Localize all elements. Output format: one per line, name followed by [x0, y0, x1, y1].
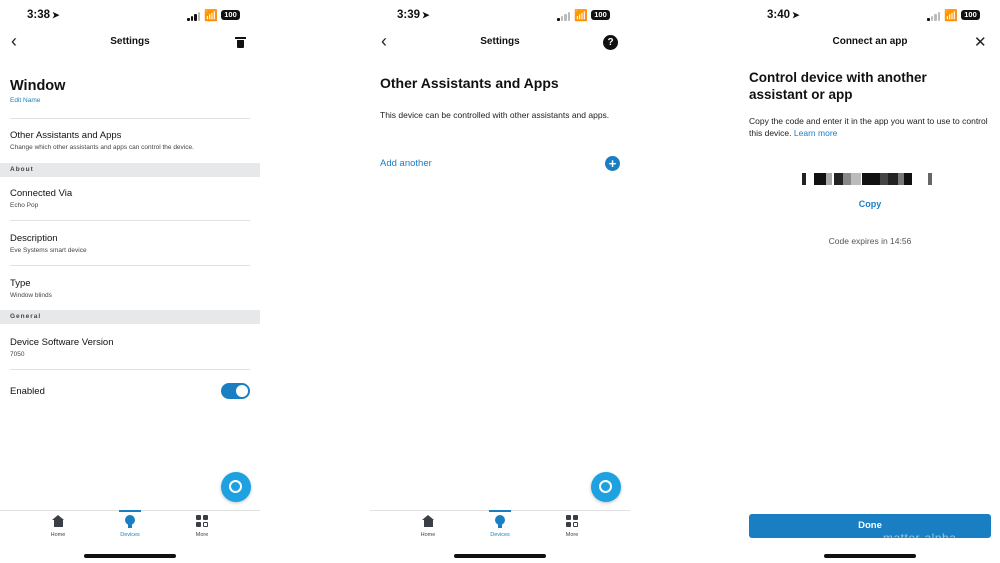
home-indicator — [84, 554, 176, 558]
divider — [10, 265, 250, 266]
row-title: Other Assistants and Apps — [10, 130, 122, 141]
description-row: Description Eve Systems smart device — [10, 233, 250, 254]
tab-more[interactable]: More — [177, 515, 227, 538]
pairing-code-redacted — [802, 173, 939, 185]
status-bar: 3:40 ➤ 📶 100 — [740, 0, 1000, 30]
tab-devices[interactable]: Devices — [475, 510, 525, 538]
trash-icon[interactable] — [235, 37, 246, 48]
enabled-label: Enabled — [10, 386, 45, 397]
more-icon — [565, 515, 579, 528]
enabled-row: Enabled — [10, 386, 250, 397]
devices-icon — [125, 515, 135, 528]
nav-bar: Connect an app ✕ — [740, 30, 1000, 56]
code-expires-text: Code expires in 14:56 — [828, 236, 912, 246]
signal-icon — [187, 12, 201, 21]
divider — [10, 220, 250, 221]
row-title: Connected Via — [10, 188, 73, 199]
page-heading: Control device with another assistant or… — [749, 70, 927, 102]
divider — [10, 118, 250, 119]
wifi-icon: 📶 — [204, 10, 218, 22]
location-icon: ➤ — [52, 10, 60, 20]
type-row: Type Window blinds — [10, 278, 250, 299]
signal-icon — [927, 12, 941, 21]
home-icon — [422, 515, 434, 527]
more-icon — [195, 515, 209, 528]
row-subtitle: Change which other assistants and apps c… — [10, 144, 194, 151]
location-icon: ➤ — [792, 10, 800, 20]
home-indicator — [824, 554, 916, 558]
status-time: 3:40 ➤ — [767, 9, 800, 21]
alexa-icon[interactable] — [591, 472, 621, 502]
row-value: 7050 — [10, 351, 25, 358]
tab-more[interactable]: More — [547, 515, 597, 538]
battery-icon: 100 — [591, 10, 610, 20]
row-value: Eve Systems smart device — [10, 247, 87, 254]
wifi-icon: 📶 — [944, 10, 958, 22]
row-value: Window blinds — [10, 292, 52, 299]
learn-more-link[interactable]: Learn more — [794, 128, 837, 138]
status-bar: 3:39 ➤ 📶 100 — [370, 0, 630, 30]
connect-app-screen: 3:40 ➤ 📶 100 Connect an app ✕ Control dev… — [740, 0, 1000, 563]
add-another-link[interactable]: Add another — [380, 158, 432, 169]
tab-bar: Home Devices More — [370, 510, 630, 546]
section-header-general: General — [0, 310, 260, 324]
tab-devices[interactable]: Devices — [105, 510, 155, 538]
nav-title: Settings — [110, 36, 150, 47]
settings-screen: 3:38 ➤ 📶 100 ‹ Settings Window Edit Name … — [0, 0, 260, 563]
nav-bar: ‹ Settings ? — [370, 30, 630, 56]
row-title: Type — [10, 278, 31, 289]
watermark: matter-alpha — [883, 531, 957, 545]
nav-title: Connect an app — [832, 36, 908, 47]
enabled-toggle[interactable] — [221, 383, 250, 399]
tab-bar: Home Devices More — [0, 510, 260, 546]
tab-home[interactable]: Home — [33, 515, 83, 538]
divider — [10, 369, 250, 370]
devices-icon — [495, 515, 505, 528]
page-body: Copy the code and enter it in the app yo… — [749, 116, 988, 138]
connected-via-row: Connected Via Echo Pop — [10, 188, 250, 209]
status-bar: 3:38 ➤ 📶 100 — [0, 0, 260, 30]
section-header-about: About — [0, 163, 260, 177]
copy-button[interactable]: Copy — [740, 199, 1000, 209]
software-version-row: Device Software Version 7050 — [10, 337, 250, 358]
nav-bar: ‹ Settings — [0, 30, 260, 56]
row-title: Description — [10, 233, 58, 244]
location-icon: ➤ — [422, 10, 430, 20]
other-assistants-screen: 3:39 ➤ 📶 100 ‹ Settings ? Other Assistant… — [370, 0, 630, 563]
other-assistants-row[interactable]: Other Assistants and Apps Change which o… — [10, 130, 250, 151]
battery-icon: 100 — [961, 10, 980, 20]
battery-icon: 100 — [221, 10, 240, 20]
nav-title: Settings — [480, 36, 520, 47]
signal-icon — [557, 12, 571, 21]
home-icon — [52, 515, 64, 527]
help-icon[interactable]: ? — [603, 35, 618, 50]
status-time: 3:39 ➤ — [397, 9, 430, 21]
plus-circle-icon[interactable]: + — [605, 156, 620, 171]
home-indicator — [454, 554, 546, 558]
alexa-icon[interactable] — [221, 472, 251, 502]
edit-name-link[interactable]: Edit Name — [10, 97, 40, 104]
close-icon[interactable]: ✕ — [974, 33, 987, 51]
page-heading: Other Assistants and Apps — [380, 75, 559, 91]
tab-home[interactable]: Home — [403, 515, 453, 538]
row-value: Echo Pop — [10, 202, 39, 209]
status-time: 3:38 ➤ — [27, 9, 60, 21]
device-name: Window — [10, 78, 66, 94]
wifi-icon: 📶 — [574, 10, 588, 22]
row-title: Device Software Version — [10, 337, 114, 348]
page-body: This device can be controlled with other… — [380, 110, 610, 120]
